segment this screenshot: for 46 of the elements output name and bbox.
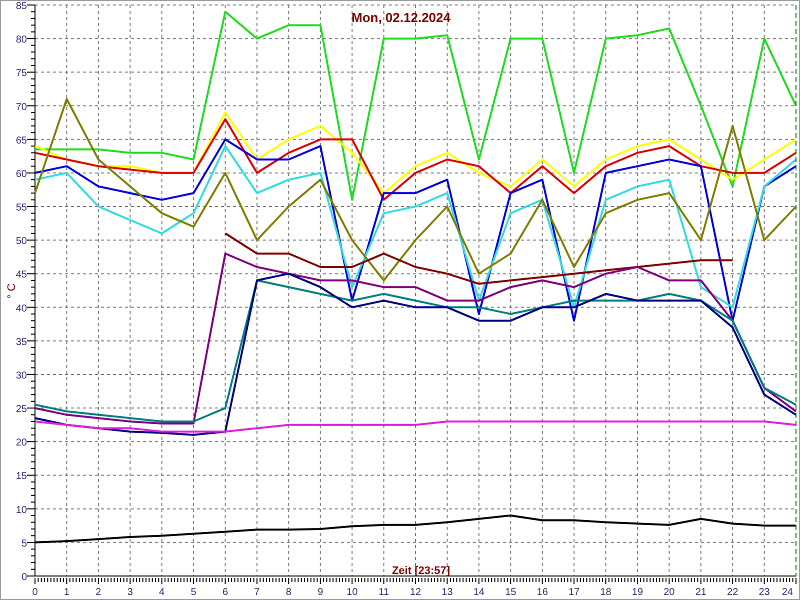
axis-tick-label: 30 bbox=[16, 370, 27, 382]
axis-tick-label: 45 bbox=[16, 270, 27, 281]
axis-tick-label: 70 bbox=[16, 102, 27, 113]
y-axis-label: ° C bbox=[6, 283, 18, 299]
axis-tick-label: 9 bbox=[318, 587, 324, 598]
axis-tick-label: 6 bbox=[222, 587, 228, 598]
axis-tick-label: 3 bbox=[127, 587, 133, 598]
x-axis-label: Zeit [23:57] bbox=[392, 565, 450, 577]
axis-tick-label: 15 bbox=[505, 587, 516, 598]
axis-tick-label: 0 bbox=[32, 587, 38, 598]
axis-tick-label: 75 bbox=[16, 68, 27, 80]
axis-tick-label: 11 bbox=[378, 587, 389, 598]
axis-tick-label: 12 bbox=[410, 587, 422, 598]
axis-tick-label: 2 bbox=[96, 587, 102, 598]
axis-tick-label: 7 bbox=[254, 587, 260, 598]
axis-tick-label: 16 bbox=[536, 587, 548, 598]
axis-tick-label: 17 bbox=[568, 587, 580, 598]
axis-tick-label: 40 bbox=[16, 303, 27, 314]
axis-tick-label: 19 bbox=[632, 587, 644, 598]
axis-tick-label: 50 bbox=[16, 236, 27, 248]
axis-tick-label: 5 bbox=[21, 538, 27, 550]
axis-tick-label: 22 bbox=[727, 587, 738, 598]
axis-tick-label: 14 bbox=[473, 587, 484, 598]
axis-tick-label: 15 bbox=[16, 471, 27, 482]
axis-tick-label: 21 bbox=[695, 587, 706, 598]
axis-tick-label: 60 bbox=[16, 168, 27, 180]
axis-tick-label: 20 bbox=[16, 438, 27, 449]
axis-tick-label: 4 bbox=[159, 587, 165, 598]
axis-tick-label: 55 bbox=[16, 202, 27, 214]
axis-tick-label: 10 bbox=[16, 504, 27, 516]
axis-tick-label: 20 bbox=[664, 587, 675, 598]
axis-tick-label: 0 bbox=[21, 572, 27, 583]
chart-title: Mon, 02.12.2024 bbox=[352, 10, 450, 25]
axis-tick-label: 25 bbox=[16, 404, 27, 416]
axis-tick-label: 35 bbox=[16, 336, 27, 348]
axis-tick-label: 85 bbox=[16, 1, 27, 12]
axis-tick-label: 8 bbox=[286, 587, 292, 598]
axis-tick-label: 5 bbox=[190, 587, 196, 598]
axis-tick-label: 23 bbox=[758, 587, 770, 598]
axis-tick-label: 24 bbox=[782, 587, 793, 598]
axis-tick-label: 10 bbox=[346, 587, 358, 598]
axis-tick-label: 18 bbox=[600, 587, 612, 598]
axis-tick-label: 13 bbox=[442, 587, 453, 598]
axis-tick-label: 65 bbox=[16, 135, 27, 146]
axis-tick-label: 1 bbox=[64, 587, 70, 598]
axis-tick-label: 80 bbox=[16, 34, 27, 46]
